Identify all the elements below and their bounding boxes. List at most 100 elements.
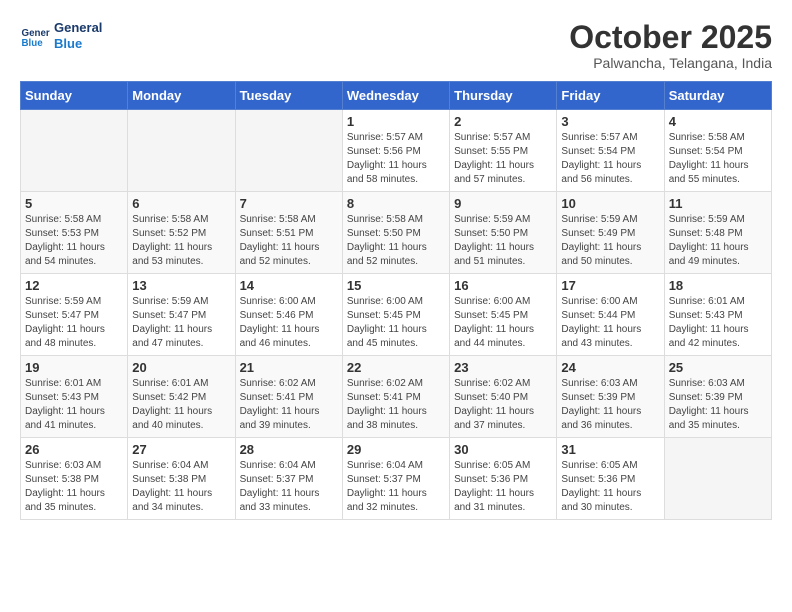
day-cell: 25 Sunrise: 6:03 AM Sunset: 5:39 PM Dayli…	[664, 356, 771, 438]
day-info: Sunrise: 5:57 AM Sunset: 5:55 PM Dayligh…	[454, 131, 552, 187]
day-cell: 21 Sunrise: 6:02 AM Sunset: 5:41 PM Dayli…	[235, 356, 342, 438]
day-info: Sunrise: 6:01 AM Sunset: 5:42 PM Dayligh…	[132, 377, 230, 433]
day-number: 13	[132, 278, 230, 293]
day-cell: 18 Sunrise: 6:01 AM Sunset: 5:43 PM Dayli…	[664, 274, 771, 356]
day-cell: 26 Sunrise: 6:03 AM Sunset: 5:38 PM Dayli…	[21, 438, 128, 520]
day-cell	[235, 110, 342, 192]
day-number: 31	[561, 442, 659, 457]
calendar-header-row: SundayMondayTuesdayWednesdayThursdayFrid…	[21, 82, 772, 110]
day-number: 3	[561, 114, 659, 129]
day-number: 7	[240, 196, 338, 211]
week-row-3: 12 Sunrise: 5:59 AM Sunset: 5:47 PM Dayli…	[21, 274, 772, 356]
day-cell: 10 Sunrise: 5:59 AM Sunset: 5:49 PM Dayli…	[557, 192, 664, 274]
day-header-monday: Monday	[128, 82, 235, 110]
day-info: Sunrise: 5:59 AM Sunset: 5:49 PM Dayligh…	[561, 213, 659, 269]
day-header-saturday: Saturday	[664, 82, 771, 110]
day-number: 23	[454, 360, 552, 375]
day-cell	[21, 110, 128, 192]
day-number: 21	[240, 360, 338, 375]
day-cell: 31 Sunrise: 6:05 AM Sunset: 5:36 PM Dayli…	[557, 438, 664, 520]
day-number: 19	[25, 360, 123, 375]
day-info: Sunrise: 6:04 AM Sunset: 5:37 PM Dayligh…	[347, 459, 445, 515]
day-number: 28	[240, 442, 338, 457]
logo-text-blue: Blue	[54, 36, 102, 52]
month-title: October 2025	[569, 20, 772, 55]
day-cell: 22 Sunrise: 6:02 AM Sunset: 5:41 PM Dayli…	[342, 356, 449, 438]
day-cell: 8 Sunrise: 5:58 AM Sunset: 5:50 PM Daylig…	[342, 192, 449, 274]
day-number: 1	[347, 114, 445, 129]
day-cell: 1Sunrise: 5:57 AM Sunset: 5:56 PM Daylig…	[342, 110, 449, 192]
day-cell: 15 Sunrise: 6:00 AM Sunset: 5:45 PM Dayli…	[342, 274, 449, 356]
location-subtitle: Palwancha, Telangana, India	[569, 55, 772, 71]
day-number: 4	[669, 114, 767, 129]
day-number: 10	[561, 196, 659, 211]
day-info: Sunrise: 6:03 AM Sunset: 5:39 PM Dayligh…	[561, 377, 659, 433]
day-info: Sunrise: 6:02 AM Sunset: 5:40 PM Dayligh…	[454, 377, 552, 433]
day-cell: 24 Sunrise: 6:03 AM Sunset: 5:39 PM Dayli…	[557, 356, 664, 438]
day-number: 17	[561, 278, 659, 293]
day-info: Sunrise: 5:58 AM Sunset: 5:52 PM Dayligh…	[132, 213, 230, 269]
day-header-tuesday: Tuesday	[235, 82, 342, 110]
day-info: Sunrise: 5:59 AM Sunset: 5:50 PM Dayligh…	[454, 213, 552, 269]
day-cell: 28Sunrise: 6:04 AM Sunset: 5:37 PM Dayli…	[235, 438, 342, 520]
day-info: Sunrise: 6:00 AM Sunset: 5:46 PM Dayligh…	[240, 295, 338, 351]
logo-icon: General Blue	[20, 21, 50, 51]
day-number: 16	[454, 278, 552, 293]
day-number: 30	[454, 442, 552, 457]
logo: General Blue General Blue	[20, 20, 102, 51]
day-info: Sunrise: 5:59 AM Sunset: 5:47 PM Dayligh…	[25, 295, 123, 351]
day-number: 5	[25, 196, 123, 211]
day-cell: 3Sunrise: 5:57 AM Sunset: 5:54 PM Daylig…	[557, 110, 664, 192]
day-info: Sunrise: 5:58 AM Sunset: 5:51 PM Dayligh…	[240, 213, 338, 269]
day-info: Sunrise: 5:59 AM Sunset: 5:48 PM Dayligh…	[669, 213, 767, 269]
day-cell: 2 Sunrise: 5:57 AM Sunset: 5:55 PM Daylig…	[450, 110, 557, 192]
day-cell: 11 Sunrise: 5:59 AM Sunset: 5:48 PM Dayli…	[664, 192, 771, 274]
day-number: 12	[25, 278, 123, 293]
day-info: Sunrise: 6:01 AM Sunset: 5:43 PM Dayligh…	[669, 295, 767, 351]
day-cell	[664, 438, 771, 520]
day-cell	[128, 110, 235, 192]
day-info: Sunrise: 6:04 AM Sunset: 5:38 PM Dayligh…	[132, 459, 230, 515]
day-number: 20	[132, 360, 230, 375]
day-number: 6	[132, 196, 230, 211]
day-number: 15	[347, 278, 445, 293]
day-cell: 14Sunrise: 6:00 AM Sunset: 5:46 PM Dayli…	[235, 274, 342, 356]
day-cell: 6 Sunrise: 5:58 AM Sunset: 5:52 PM Daylig…	[128, 192, 235, 274]
day-info: Sunrise: 6:05 AM Sunset: 5:36 PM Dayligh…	[561, 459, 659, 515]
day-info: Sunrise: 6:02 AM Sunset: 5:41 PM Dayligh…	[347, 377, 445, 433]
day-cell: 30Sunrise: 6:05 AM Sunset: 5:36 PM Dayli…	[450, 438, 557, 520]
day-number: 22	[347, 360, 445, 375]
day-info: Sunrise: 6:01 AM Sunset: 5:43 PM Dayligh…	[25, 377, 123, 433]
day-cell: 4 Sunrise: 5:58 AM Sunset: 5:54 PM Daylig…	[664, 110, 771, 192]
week-row-1: 1Sunrise: 5:57 AM Sunset: 5:56 PM Daylig…	[21, 110, 772, 192]
day-number: 24	[561, 360, 659, 375]
day-number: 29	[347, 442, 445, 457]
day-number: 18	[669, 278, 767, 293]
day-cell: 7 Sunrise: 5:58 AM Sunset: 5:51 PM Daylig…	[235, 192, 342, 274]
day-info: Sunrise: 6:02 AM Sunset: 5:41 PM Dayligh…	[240, 377, 338, 433]
day-number: 26	[25, 442, 123, 457]
day-number: 11	[669, 196, 767, 211]
day-info: Sunrise: 5:58 AM Sunset: 5:53 PM Dayligh…	[25, 213, 123, 269]
day-info: Sunrise: 6:00 AM Sunset: 5:44 PM Dayligh…	[561, 295, 659, 351]
day-cell: 29 Sunrise: 6:04 AM Sunset: 5:37 PM Dayli…	[342, 438, 449, 520]
day-number: 25	[669, 360, 767, 375]
day-info: Sunrise: 6:00 AM Sunset: 5:45 PM Dayligh…	[347, 295, 445, 351]
day-info: Sunrise: 5:58 AM Sunset: 5:54 PM Dayligh…	[669, 131, 767, 187]
day-cell: 9 Sunrise: 5:59 AM Sunset: 5:50 PM Daylig…	[450, 192, 557, 274]
day-header-wednesday: Wednesday	[342, 82, 449, 110]
day-cell: 19 Sunrise: 6:01 AM Sunset: 5:43 PM Dayli…	[21, 356, 128, 438]
title-block: October 2025 Palwancha, Telangana, India	[569, 20, 772, 71]
day-cell: 20 Sunrise: 6:01 AM Sunset: 5:42 PM Dayli…	[128, 356, 235, 438]
week-row-4: 19 Sunrise: 6:01 AM Sunset: 5:43 PM Dayli…	[21, 356, 772, 438]
day-number: 8	[347, 196, 445, 211]
day-cell: 5 Sunrise: 5:58 AM Sunset: 5:53 PM Daylig…	[21, 192, 128, 274]
day-number: 2	[454, 114, 552, 129]
week-row-5: 26 Sunrise: 6:03 AM Sunset: 5:38 PM Dayli…	[21, 438, 772, 520]
day-info: Sunrise: 6:03 AM Sunset: 5:39 PM Dayligh…	[669, 377, 767, 433]
day-info: Sunrise: 6:03 AM Sunset: 5:38 PM Dayligh…	[25, 459, 123, 515]
day-number: 9	[454, 196, 552, 211]
day-number: 27	[132, 442, 230, 457]
day-cell: 16Sunrise: 6:00 AM Sunset: 5:45 PM Dayli…	[450, 274, 557, 356]
day-info: Sunrise: 5:58 AM Sunset: 5:50 PM Dayligh…	[347, 213, 445, 269]
